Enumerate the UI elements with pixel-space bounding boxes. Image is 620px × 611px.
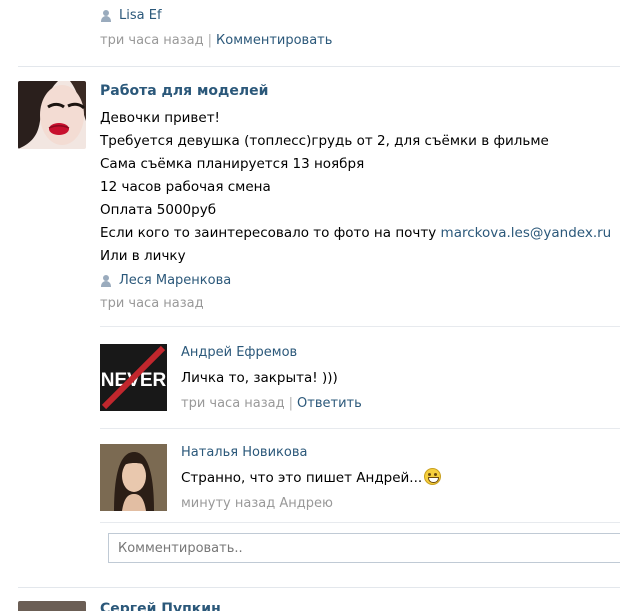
reply-meta: три часа назад | Ответить [181, 396, 362, 411]
post-line: Девочки привет! [100, 110, 220, 126]
post-line: Требуется девушка (топлесс)грудь от 2, д… [100, 133, 549, 149]
reply-text: Странно, что это пишет Андрей... [181, 470, 423, 486]
post-avatar[interactable] [18, 81, 86, 149]
post-email-link[interactable]: marckova.les@yandex.ru [441, 225, 612, 241]
reply-text: Личка то, закрыта! ))) [181, 370, 338, 386]
user-icon [100, 274, 112, 287]
reply-time: минуту назад [181, 496, 276, 511]
post-author-name[interactable]: Леся Маренкова [119, 273, 231, 288]
top-post-comment-link[interactable]: Комментировать [216, 33, 332, 48]
reply-to[interactable]: Андрею [279, 496, 333, 511]
top-post-author-name[interactable]: Lisa Ef [119, 8, 162, 23]
next-post-title[interactable]: Сергей Пупкин [100, 601, 221, 611]
reply-divider [100, 522, 620, 523]
woman-portrait-image [18, 81, 86, 149]
reply-avatar[interactable]: NEVER [100, 344, 167, 411]
post-time: три часа назад [100, 296, 204, 311]
post-line: 12 часов рабочая смена [100, 179, 271, 195]
separator: | [288, 396, 294, 411]
post-line: Сама съёмка планируется 13 ноября [100, 156, 365, 172]
comment-input-placeholder: Комментировать.. [118, 540, 243, 556]
top-post-meta: три часа назад | Комментировать [100, 33, 332, 48]
reply-author-name[interactable]: Андрей Ефремов [181, 345, 297, 360]
reply-divider [100, 428, 620, 429]
post-author[interactable]: Леся Маренкова [100, 273, 231, 288]
top-post-author[interactable]: Lisa Ef [100, 8, 162, 23]
reply-divider [100, 326, 620, 327]
separator: | [207, 33, 213, 48]
post-body: Девочки привет! Требуется девушка (топле… [100, 107, 611, 268]
top-post-time: три часа назад [100, 33, 204, 48]
post-line: Оплата 5000руб [100, 202, 217, 218]
post-email-line: Если кого то заинтересовало то фото на п… [100, 222, 611, 245]
reply-time: три часа назад [181, 396, 285, 411]
post-line: Или в личку [100, 248, 186, 264]
post-title[interactable]: Работа для моделей [100, 83, 268, 99]
post-divider [18, 66, 620, 67]
reply-meta: минуту назад Андрею [181, 496, 333, 511]
reply-link[interactable]: Ответить [297, 396, 362, 411]
reply-text-row: Странно, что это пишет Андрей... [181, 468, 442, 486]
never-logo-image: NEVER [100, 344, 167, 411]
smile-icon [424, 468, 442, 485]
next-post-avatar[interactable] [18, 601, 86, 611]
user-icon [100, 9, 112, 22]
reply-author-name[interactable]: Наталья Новикова [181, 445, 307, 460]
post-email-prefix: Если кого то заинтересовало то фото на п… [100, 225, 437, 241]
post-divider [18, 587, 620, 588]
woman-photo-image [100, 444, 167, 511]
reply-avatar[interactable] [100, 444, 167, 511]
comment-input[interactable]: Комментировать.. [108, 533, 620, 563]
